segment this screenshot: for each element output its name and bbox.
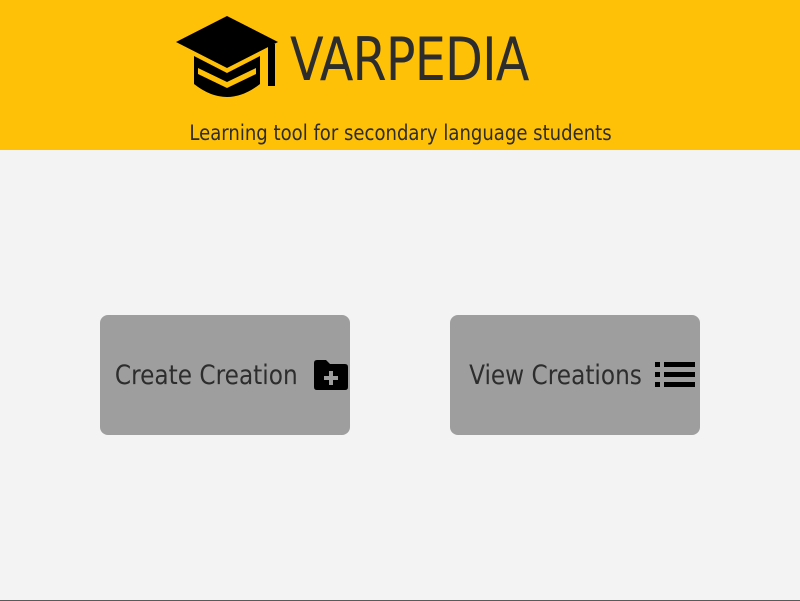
main-content: Create Creation View Creations — [0, 150, 800, 601]
app-title: VARPEDIA — [290, 25, 529, 95]
view-creations-label: View Creations — [468, 359, 642, 391]
list-icon — [655, 362, 696, 388]
view-creations-button[interactable]: View Creations — [450, 315, 700, 435]
app-tagline: Learning tool for secondary language stu… — [0, 118, 800, 148]
create-creation-button[interactable]: Create Creation — [100, 315, 350, 435]
graduation-cap-icon — [176, 16, 278, 97]
folder-plus-icon — [312, 359, 350, 391]
tagline-text: Learning tool for secondary language stu… — [188, 121, 612, 145]
create-creation-label: Create Creation — [114, 359, 298, 391]
app-header: VARPEDIA Learning tool for secondary lan… — [0, 0, 800, 150]
